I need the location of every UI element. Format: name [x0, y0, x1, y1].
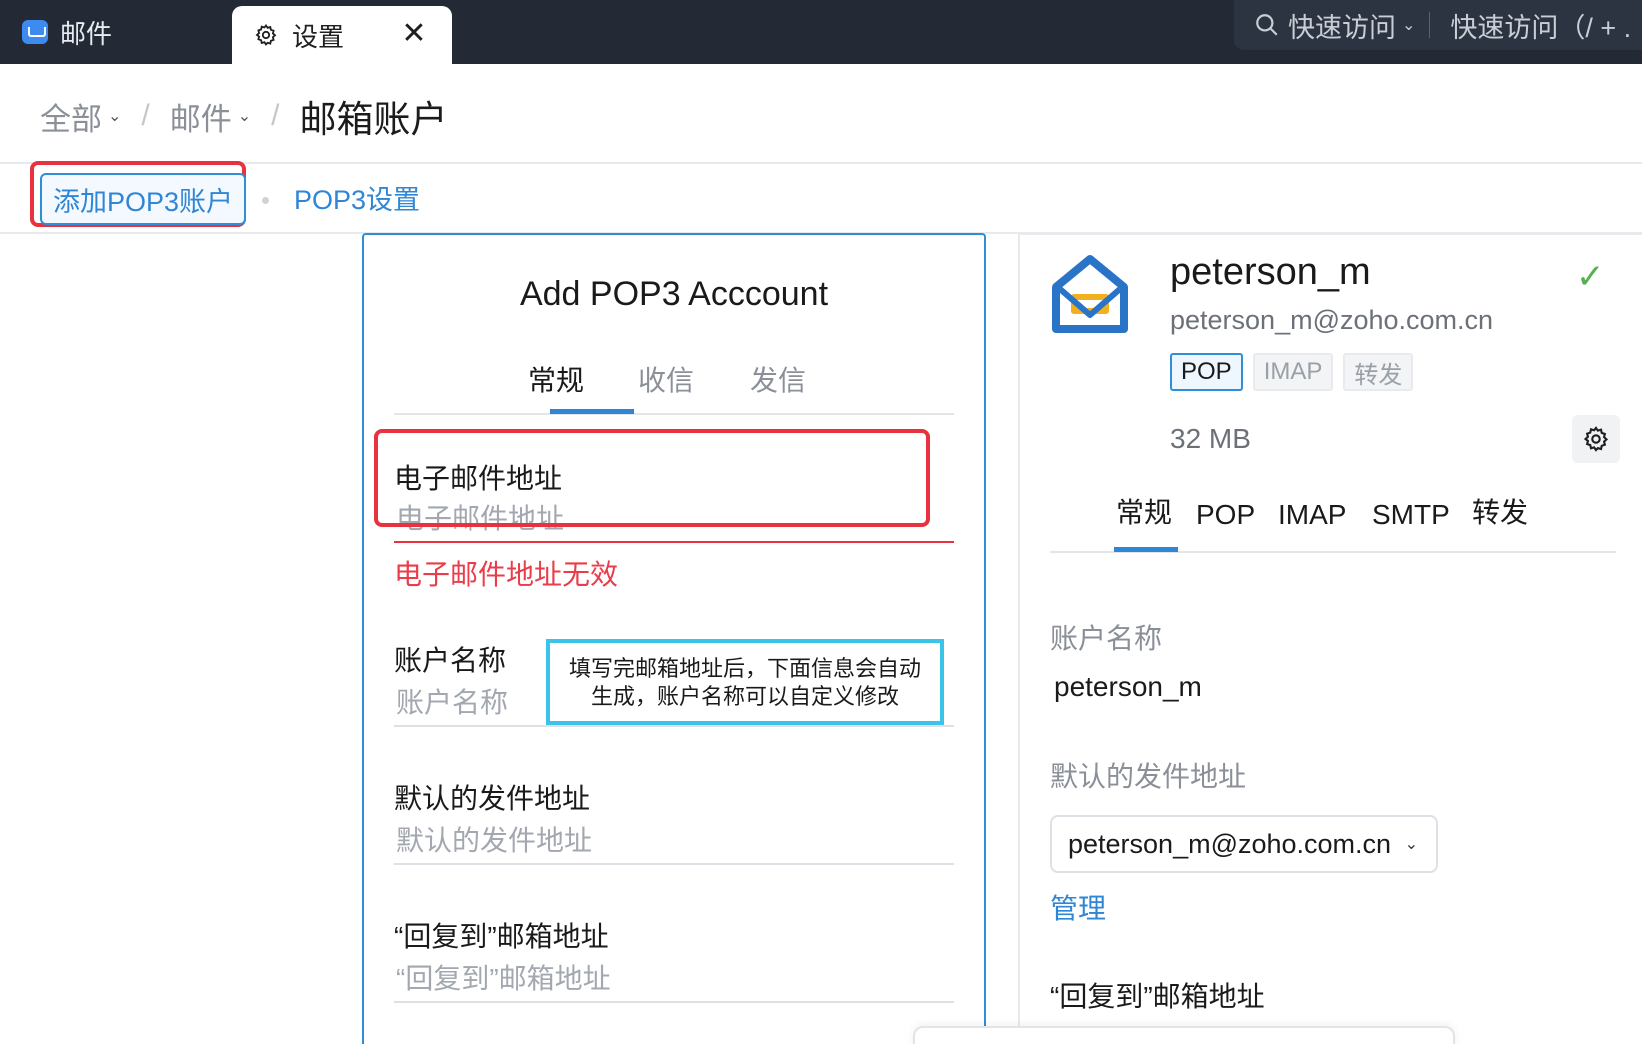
breadcrumb-separator: / [271, 99, 280, 132]
account-detail-panel: peterson_m peterson_m@zoho.com.cn ✓ POP … [1018, 233, 1642, 1044]
tab-forward[interactable]: 转发 [1472, 491, 1528, 531]
storage-size: 32 MB [1170, 423, 1251, 454]
badge-forward: 转发 [1343, 353, 1414, 391]
account-settings-button[interactable] [1572, 415, 1620, 463]
tab-general[interactable]: 常规 [528, 359, 584, 399]
tab-mail-label: 邮件 [60, 18, 113, 49]
add-pop3-account-button[interactable]: 添加POP3账户 [40, 173, 246, 225]
default-from-select[interactable]: peterson_m@zoho.com.cn ⌄ [1050, 815, 1438, 873]
sub-navigation: 添加POP3账户 POP3设置 [0, 161, 1642, 232]
hint-line-2: 生成，账户名称可以自定义修改 [590, 684, 899, 709]
default-from-selected-value: peterson_m@zoho.com.cn [1068, 828, 1392, 859]
default-from-input[interactable] [394, 819, 954, 865]
gear-icon [255, 23, 277, 46]
tab-smtp[interactable]: SMTP [1372, 499, 1450, 531]
reply-to-input[interactable] [394, 957, 954, 1003]
tab-settings[interactable]: 设置 ✕ [232, 6, 452, 64]
badge-imap: IMAP [1252, 353, 1334, 391]
form-title: Add POP3 Acccount [519, 275, 829, 313]
active-tab-indicator [550, 409, 634, 414]
tab-general[interactable]: 常规 [1116, 491, 1172, 531]
breadcrumb: 全部 ⌄ / 邮件 ⌄ / 邮箱账户 [40, 88, 448, 144]
close-icon[interactable]: ✕ [400, 19, 428, 49]
tab-imap[interactable]: IMAP [1278, 499, 1346, 531]
badge-pop: POP [1170, 353, 1243, 391]
chevron-down-icon[interactable]: ⌄ [238, 106, 251, 126]
reply-to-label: “回复到”邮箱地址 [394, 921, 609, 952]
divider [1429, 12, 1431, 38]
page-title: 邮箱账户 [299, 99, 448, 140]
pop3-settings-link[interactable]: POP3设置 [294, 178, 420, 217]
chevron-down-icon: ⌄ [1402, 17, 1416, 34]
mail-app-icon [22, 20, 48, 44]
tab-settings-label: 设置 [292, 21, 345, 52]
account-name: peterson_m [1170, 251, 1371, 293]
annotation-hint-box: 填写完邮箱地址后，下面信息会自动 生成，账户名称可以自定义修改 [546, 639, 944, 725]
check-icon: ✓ [1576, 258, 1605, 296]
zoho-mail-logo-icon [1052, 255, 1128, 333]
manage-link[interactable]: 管理 [1050, 887, 1106, 927]
tab-incoming[interactable]: 收信 [638, 359, 694, 399]
bottom-popup [913, 1026, 1455, 1044]
default-from-label: 默认的发件地址 [394, 783, 591, 814]
chevron-down-icon: ⌄ [1404, 836, 1418, 853]
account-email: peterson_m@zoho.com.cn [1170, 305, 1494, 335]
reply-to-label: “回复到”邮箱地址 [1050, 981, 1265, 1012]
annotation-highlight-box [374, 429, 930, 527]
tab-outgoing[interactable]: 发信 [750, 359, 806, 399]
breadcrumb-item-all[interactable]: 全部 [40, 94, 102, 139]
hint-line-1: 填写完邮箱地址后，下面信息会自动 [568, 656, 921, 681]
divider-dot [262, 197, 269, 204]
tab-mail[interactable]: 邮件 [0, 0, 232, 64]
chevron-down-icon[interactable]: ⌄ [108, 106, 121, 126]
search-icon [1256, 14, 1278, 36]
tab-pop[interactable]: POP [1196, 499, 1255, 531]
account-name-label: 账户名称 [1050, 623, 1163, 654]
add-pop3-account-panel: Add POP3 Acccount 常规 收信 发信 电子邮件地址 电子邮件地址… [362, 233, 986, 1044]
email-error-message: 电子邮件地址无效 [394, 559, 619, 590]
window-tab-bar: 邮件 设置 ✕ 快速访问 ⌄ 快速访问（/ + . [0, 0, 1642, 64]
account-name-value[interactable]: peterson_m [1054, 671, 1202, 703]
breadcrumb-item-mail[interactable]: 邮件 [170, 94, 232, 139]
form-tabs: 常规 收信 发信 [394, 359, 954, 415]
breadcrumb-separator: / [141, 99, 150, 132]
account-name-label: 账户名称 [394, 645, 507, 676]
quick-access-search-input[interactable]: 快速访问（/ + . [1450, 6, 1631, 45]
protocol-badges: POP IMAP 转发 [1170, 353, 1414, 391]
quick-access-label[interactable]: 快速访问 [1288, 6, 1396, 45]
account-tabs: 常规 POP IMAP SMTP 转发 [1050, 491, 1616, 553]
quick-access-bar[interactable]: 快速访问 ⌄ 快速访问（/ + . [1234, 0, 1642, 50]
active-tab-indicator [1114, 547, 1178, 552]
gear-icon [1583, 426, 1609, 452]
default-from-label: 默认的发件地址 [1050, 761, 1247, 792]
